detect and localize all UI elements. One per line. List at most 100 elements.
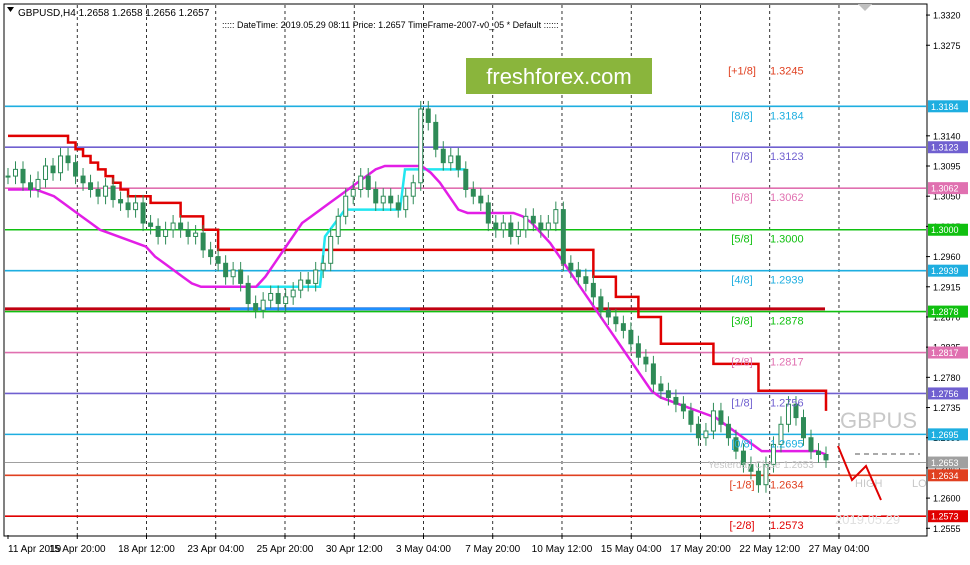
candle-body bbox=[418, 108, 424, 184]
candle-body bbox=[88, 182, 94, 190]
price-label: 1.3095 bbox=[933, 162, 961, 172]
candle-body bbox=[800, 417, 806, 439]
candle-body bbox=[80, 175, 86, 184]
time-label: 10 May 12:00 bbox=[532, 544, 593, 555]
time-label: 30 Apr 12:00 bbox=[326, 544, 383, 555]
price-tag-label: 1.2573 bbox=[931, 512, 959, 522]
price-chart[interactable]: [+1/8] 1.3245 [8/8] 1.3184 [7/8] 1.3123 [6/8] 1… bbox=[0, 0, 970, 560]
candle-body bbox=[808, 437, 814, 452]
candle-body bbox=[755, 470, 761, 486]
candle-body bbox=[20, 168, 26, 184]
murrey-label: [0/8] bbox=[731, 438, 752, 450]
candle-body bbox=[215, 256, 221, 264]
murrey-price: 1.2817 bbox=[770, 357, 804, 369]
candle-body bbox=[695, 423, 701, 439]
candle-body bbox=[5, 175, 11, 178]
price-tag-label: 1.2695 bbox=[931, 430, 959, 440]
candle-body bbox=[725, 423, 731, 439]
candle-body bbox=[515, 229, 521, 237]
candle-body bbox=[470, 188, 476, 197]
murrey-label: [1/8] bbox=[731, 397, 752, 409]
candle-body bbox=[65, 155, 71, 164]
candle-body bbox=[283, 296, 289, 305]
candle-body bbox=[95, 188, 101, 197]
price-label: 1.2735 bbox=[933, 403, 961, 413]
price-tag-label: 1.2939 bbox=[931, 266, 959, 276]
candle-body bbox=[208, 249, 214, 258]
candle-body bbox=[253, 303, 259, 311]
price-tag-label: 1.3000 bbox=[931, 225, 959, 235]
time-label: 3 May 04:00 bbox=[396, 544, 451, 555]
time-label: 18 Apr 12:00 bbox=[118, 544, 175, 555]
murrey-label: [2/8] bbox=[731, 357, 752, 369]
murrey-price: 1.2573 bbox=[770, 520, 804, 532]
candle-body bbox=[328, 235, 334, 264]
candle-body bbox=[650, 363, 656, 385]
time-label: 15 Apr 20:00 bbox=[49, 544, 106, 555]
price-tag-label: 1.2634 bbox=[931, 471, 959, 481]
price-tag-label: 1.3184 bbox=[931, 102, 959, 112]
candle-body bbox=[245, 282, 251, 305]
candle-body bbox=[163, 229, 169, 237]
freshforex-logo: freshforex.com bbox=[466, 58, 652, 94]
candle-body bbox=[658, 383, 664, 392]
candle-body bbox=[335, 215, 341, 237]
murrey-label: [-1/8] bbox=[729, 479, 754, 491]
symbol-info: GBPUSD,H4 1.2658 1.2658 1.2656 1.2657 bbox=[18, 8, 210, 19]
price-tag-label: 1.2878 bbox=[931, 307, 959, 317]
time-label: 25 Apr 20:00 bbox=[257, 544, 314, 555]
candle-body bbox=[148, 222, 154, 227]
candle-body bbox=[703, 430, 709, 439]
candle-body bbox=[365, 175, 371, 190]
murrey-price: 1.2634 bbox=[770, 479, 804, 491]
candle-body bbox=[403, 195, 409, 211]
murrey-price: 1.2939 bbox=[770, 275, 804, 287]
price-tag-label: 1.3062 bbox=[931, 184, 959, 194]
murrey-price: 1.3184 bbox=[770, 110, 804, 122]
murrey-price: 1.3245 bbox=[770, 65, 804, 77]
candle-body bbox=[238, 269, 244, 284]
candle-body bbox=[58, 155, 64, 174]
candle-body bbox=[290, 289, 296, 298]
time-label: 7 May 20:00 bbox=[465, 544, 520, 555]
candle-body bbox=[193, 232, 199, 237]
candle-body bbox=[530, 215, 536, 224]
candle-body bbox=[425, 108, 431, 123]
candle-body bbox=[200, 232, 206, 251]
chart-window[interactable]: [+1/8] 1.3245 [8/8] 1.3184 [7/8] 1.3123 [6/8] 1… bbox=[0, 0, 970, 560]
time-label: 15 May 04:00 bbox=[601, 544, 662, 555]
logo-text: freshforex.com bbox=[486, 64, 632, 89]
candle-body bbox=[110, 185, 116, 201]
candle-body bbox=[455, 155, 461, 170]
price-label: 1.3140 bbox=[933, 131, 961, 141]
price-label: 1.3320 bbox=[933, 11, 961, 21]
candle-body bbox=[313, 269, 319, 284]
candle-body bbox=[590, 282, 596, 298]
candle-body bbox=[688, 410, 694, 425]
candle-body bbox=[395, 202, 401, 211]
candle-body bbox=[815, 450, 821, 455]
candle-body bbox=[628, 329, 634, 345]
murrey-price: 1.2695 bbox=[770, 438, 804, 450]
price-label: 1.2555 bbox=[933, 524, 961, 534]
murrey-price: 1.3062 bbox=[770, 192, 804, 204]
candle-body bbox=[583, 276, 589, 284]
candle-body bbox=[553, 209, 559, 224]
time-label: 17 May 20:00 bbox=[670, 544, 731, 555]
candle-body bbox=[538, 222, 544, 231]
time-label: 27 May 04:00 bbox=[809, 544, 870, 555]
candle-body bbox=[298, 279, 304, 291]
candle-body bbox=[823, 453, 829, 461]
candle-body bbox=[320, 262, 326, 271]
candle-body bbox=[358, 175, 364, 190]
candle-body bbox=[43, 165, 49, 180]
candle-body bbox=[268, 292, 274, 301]
candle-body bbox=[508, 222, 514, 237]
yesterday-close-text: Yesterday Close 1.2653 bbox=[708, 460, 814, 471]
candle-body bbox=[680, 403, 686, 412]
candle-body bbox=[140, 202, 146, 224]
candle-body bbox=[103, 185, 109, 197]
murrey-label: [4/8] bbox=[731, 275, 752, 287]
candle-body bbox=[275, 292, 281, 305]
watermark-symbol: GBPUS bbox=[840, 408, 917, 433]
